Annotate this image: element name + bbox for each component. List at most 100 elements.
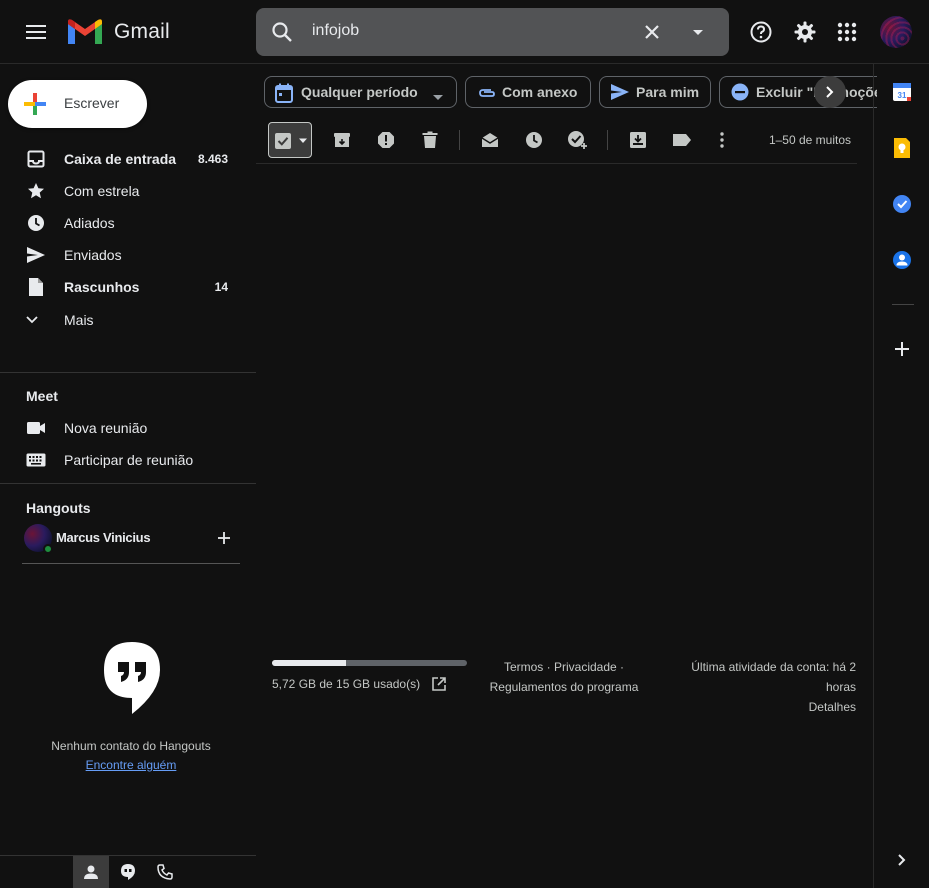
search-options-icon[interactable] [686, 20, 710, 49]
meet-join-meeting[interactable]: Participar de reunião [0, 444, 256, 476]
inbox-icon [26, 149, 46, 169]
chip-any-time[interactable]: Qualquer período [264, 76, 457, 108]
compose-button[interactable]: Escrever [8, 80, 147, 128]
nav-item-count: 14 [214, 280, 228, 294]
phone-tab[interactable] [147, 856, 183, 888]
gmail-logo[interactable]: Gmail [66, 14, 170, 50]
snooze-clock-icon[interactable] [522, 128, 546, 152]
support-button[interactable] [741, 12, 781, 52]
show-side-panel-button[interactable] [890, 848, 914, 872]
top-bar: Gmail infojob [0, 0, 929, 64]
contacts-app-icon[interactable] [890, 248, 914, 272]
chip-to-me[interactable]: Para mim [599, 76, 711, 108]
nav-item-label: Participar de reunião [64, 452, 194, 468]
plus-icon [895, 342, 909, 356]
activity-details-link[interactable]: Detalhes [809, 700, 856, 714]
nav-item-snoozed[interactable]: Adiados [0, 207, 256, 239]
meet-new-meeting[interactable]: Nova reunião [0, 412, 256, 444]
external-link-icon[interactable] [431, 676, 447, 697]
hangouts-bottom-tabs [0, 855, 256, 888]
chip-label: Para mim [636, 84, 700, 100]
star-icon [26, 181, 46, 201]
nav-item-inbox[interactable]: Caixa de entrada 8.463 [0, 143, 256, 175]
apps-grid-icon [837, 22, 857, 42]
left-sidebar: Escrever Caixa de entrada 8.463 Com estr… [0, 64, 256, 888]
search-icon[interactable] [270, 20, 294, 49]
nav-item-starred[interactable]: Com estrela [0, 175, 256, 207]
settings-button[interactable] [785, 12, 825, 52]
chip-has-attachment[interactable]: Com anexo [465, 76, 591, 108]
find-someone-link[interactable]: Encontre alguém [0, 758, 262, 772]
report-spam-icon[interactable] [374, 128, 398, 152]
gear-icon [794, 21, 816, 43]
chip-exclude-promotions[interactable]: Excluir "Promoções [719, 76, 877, 108]
online-status-dot [43, 544, 53, 554]
program-policies-link[interactable]: Regulamentos do programa [490, 680, 639, 694]
select-all-dropdown[interactable] [268, 122, 312, 158]
chip-label: Qualquer período [301, 84, 418, 100]
nav-item-drafts[interactable]: Rascunhos 14 [0, 271, 256, 303]
clock-icon [26, 213, 46, 233]
storage-usage-fill [272, 660, 347, 666]
help-icon [750, 21, 772, 43]
hangouts-logo-icon [102, 640, 162, 723]
last-activity-time: horas [825, 680, 856, 694]
contacts-tab[interactable] [73, 856, 109, 888]
delete-icon[interactable] [418, 128, 442, 152]
mail-toolbar: 1–50 de muitos [256, 120, 857, 164]
toolbar-separator [607, 130, 608, 150]
caret-down-icon [299, 138, 307, 143]
last-activity-text: Última atividade da conta: há 2 [691, 660, 856, 674]
side-panel-divider [892, 304, 914, 305]
conversations-tab[interactable] [110, 856, 146, 888]
chevron-right-icon [826, 86, 834, 98]
hangouts-divider [22, 563, 240, 564]
keep-app-icon[interactable] [890, 136, 914, 160]
search-bar[interactable]: infojob [256, 8, 729, 56]
draft-icon [26, 277, 46, 297]
nav-item-label: Adiados [64, 215, 115, 231]
account-avatar[interactable] [880, 16, 912, 48]
add-contact-icon[interactable] [214, 528, 234, 553]
chevron-down-icon [22, 310, 42, 330]
more-options-icon[interactable] [710, 128, 734, 152]
add-to-tasks-icon[interactable] [566, 128, 590, 152]
nav-item-count: 8.463 [197, 152, 228, 166]
main-menu-button[interactable] [16, 12, 56, 52]
chip-caret-icon [432, 89, 444, 107]
side-panel: 31 [873, 64, 929, 888]
archive-icon[interactable] [330, 128, 354, 152]
hangouts-user[interactable]: Marcus Vinicius [22, 523, 256, 559]
hamburger-menu-icon [26, 25, 46, 39]
terms-link[interactable]: Termos [504, 660, 543, 674]
chips-scroll-right-button[interactable] [814, 76, 846, 108]
get-addons-button[interactable] [890, 337, 914, 361]
nav-item-label: Mais [64, 312, 94, 328]
label-icon[interactable] [670, 128, 694, 152]
nav-item-label: Caixa de entrada [64, 151, 177, 167]
hangouts-chat-icon [121, 864, 135, 880]
minus-circle-icon [730, 82, 750, 107]
send-icon [610, 83, 630, 106]
sidebar-divider [0, 372, 256, 373]
sidebar-divider [0, 483, 256, 484]
nav-item-more[interactable]: Mais [0, 304, 256, 336]
footer-links: Termos · Privacidade · Regulamentos do p… [489, 660, 639, 694]
tasks-app-icon[interactable] [890, 192, 914, 216]
clear-search-icon[interactable] [640, 20, 664, 49]
search-input[interactable]: infojob [312, 22, 359, 40]
gmail-m-icon [68, 19, 102, 44]
keyboard-icon [26, 450, 46, 470]
nav-item-label: Com estrela [64, 183, 140, 199]
hangouts-section-title: Hangouts [26, 500, 91, 516]
google-apps-button[interactable] [827, 12, 867, 52]
mark-as-read-icon[interactable] [478, 128, 502, 152]
move-to-icon[interactable] [626, 128, 650, 152]
send-icon [26, 245, 46, 265]
checkbox-checked-icon [275, 133, 291, 149]
calendar-icon [275, 83, 293, 108]
nav-item-sent[interactable]: Enviados [0, 239, 256, 271]
calendar-app-icon[interactable]: 31 [890, 80, 914, 104]
privacy-link[interactable]: Privacidade [554, 660, 617, 674]
pagination-text: 1–50 de muitos [768, 133, 851, 147]
